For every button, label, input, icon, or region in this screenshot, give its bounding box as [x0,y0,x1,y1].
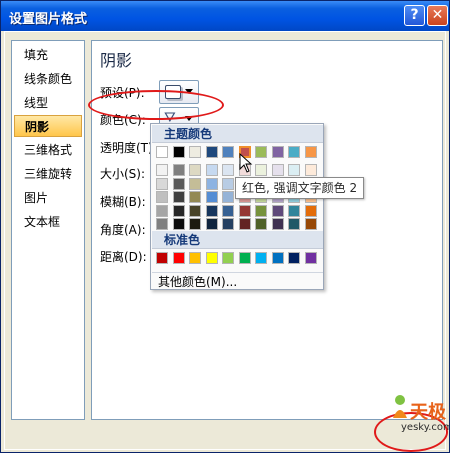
standard-color-swatch[interactable] [238,252,251,264]
blur-label: 模糊(B): [100,195,146,209]
sidebar-item-line-color[interactable]: 线条颜色 [14,68,82,90]
more-colors-item[interactable]: 其他颜色(M)... [152,272,323,290]
highlight-oval [88,90,224,120]
yesky-logo-icon [393,395,407,418]
close-icon: ✕ [431,7,444,23]
sidebar-item-3d-rotation[interactable]: 三维旋转 [14,163,82,185]
theme-shade-swatch[interactable] [271,218,284,230]
theme-shade-swatch[interactable] [189,204,201,217]
theme-colors-header: 主题颜色 [152,125,323,143]
theme-shade-swatch[interactable] [156,191,168,203]
sidebar-item-text-box[interactable]: 文本框 [14,211,82,233]
theme-shade-swatch[interactable] [222,164,234,176]
theme-shade-swatch[interactable] [238,218,251,230]
angle-label: 角度(A): [100,223,146,237]
theme-shade-swatch[interactable] [205,177,218,190]
watermark-url: yesky.com [401,422,450,433]
sidebar-item-3d-format[interactable]: 三维格式 [14,139,82,161]
mouse-cursor-icon [239,153,253,173]
theme-shade-swatch[interactable] [222,204,234,217]
theme-shade-swatch[interactable] [156,204,168,217]
distance-label: 距离(D): [100,250,147,264]
theme-shade-swatch[interactable] [156,218,168,230]
theme-shade-swatch[interactable] [172,177,185,190]
standard-color-swatch[interactable] [304,252,317,264]
theme-shade-swatch[interactable] [271,204,284,217]
titlebar: 设置图片格式 ? ✕ [1,1,449,31]
theme-shade-swatch[interactable] [205,164,218,176]
standard-color-swatch[interactable] [172,252,185,264]
theme-color-swatch[interactable] [222,146,234,158]
theme-shade-swatch[interactable] [238,204,251,217]
sidebar-item-fill[interactable]: 填充 [14,44,82,66]
theme-shade-swatch[interactable] [288,218,300,230]
standard-color-swatch[interactable] [222,252,234,264]
theme-shade-swatch[interactable] [172,204,185,217]
theme-shade-swatch[interactable] [255,218,267,230]
theme-shade-swatch[interactable] [255,164,267,176]
theme-shade-swatch[interactable] [172,164,185,176]
theme-shade-swatch[interactable] [189,191,201,203]
theme-shade-swatch[interactable] [205,218,218,230]
theme-shade-swatch[interactable] [288,204,300,217]
theme-color-swatch[interactable] [189,146,201,158]
standard-color-swatch[interactable] [205,252,218,264]
theme-color-swatch[interactable] [271,146,284,158]
help-icon: ? [410,7,419,23]
theme-color-swatch[interactable] [304,146,317,158]
theme-shade-swatch[interactable] [222,177,234,190]
standard-colors-header: 标准色 [152,231,323,249]
theme-shade-swatch[interactable] [189,218,201,230]
theme-color-swatch[interactable] [205,146,218,158]
size-label: 大小(S): [100,167,146,181]
sidebar-item-picture[interactable]: 图片 [14,187,82,209]
site-watermark: 天极 yesky.com [374,390,450,453]
theme-shade-swatch[interactable] [205,204,218,217]
standard-color-swatch[interactable] [189,252,201,264]
theme-shade-swatch[interactable] [156,164,168,176]
color-picker-popup: 主题颜色 标准色 其他颜色(M)... [150,123,324,290]
category-list: 填充 线条颜色 线型 阴影 三维格式 三维旋转 图片 文本框 [11,40,85,420]
standard-color-swatch[interactable] [271,252,284,264]
standard-color-swatch[interactable] [255,252,267,264]
theme-shade-swatch[interactable] [205,191,218,203]
theme-shade-swatch[interactable] [172,191,185,203]
watermark-brand: 天极 [410,402,446,423]
transparency-label: 透明度(T): [100,141,157,155]
sidebar-item-shadow[interactable]: 阴影 [14,115,82,137]
theme-shade-swatch[interactable] [156,177,168,190]
theme-color-swatch[interactable] [255,146,267,158]
close-button[interactable]: ✕ [427,5,448,26]
help-button[interactable]: ? [404,5,425,26]
panel-title: 阴影 [100,51,133,70]
theme-shade-swatch[interactable] [304,164,317,176]
sidebar-item-line-style[interactable]: 线型 [14,92,82,114]
theme-color-swatch[interactable] [156,146,168,158]
standard-color-swatch[interactable] [288,252,300,264]
theme-shade-swatch[interactable] [189,177,201,190]
theme-shade-swatch[interactable] [172,218,185,230]
theme-shade-swatch[interactable] [189,164,201,176]
theme-shade-swatch[interactable] [222,191,234,203]
theme-shade-swatch[interactable] [304,218,317,230]
theme-color-swatch[interactable] [288,146,300,158]
standard-color-swatch[interactable] [156,252,168,264]
theme-shade-swatch[interactable] [255,204,267,217]
window-title: 设置图片格式 [9,12,88,27]
theme-shade-swatch[interactable] [271,164,284,176]
color-tooltip: 红色, 强调文字颜色 2 [235,177,365,199]
theme-shade-swatch[interactable] [304,204,317,217]
theme-shade-swatch[interactable] [222,218,234,230]
theme-shade-swatch[interactable] [288,164,300,176]
theme-color-swatch[interactable] [172,146,185,158]
